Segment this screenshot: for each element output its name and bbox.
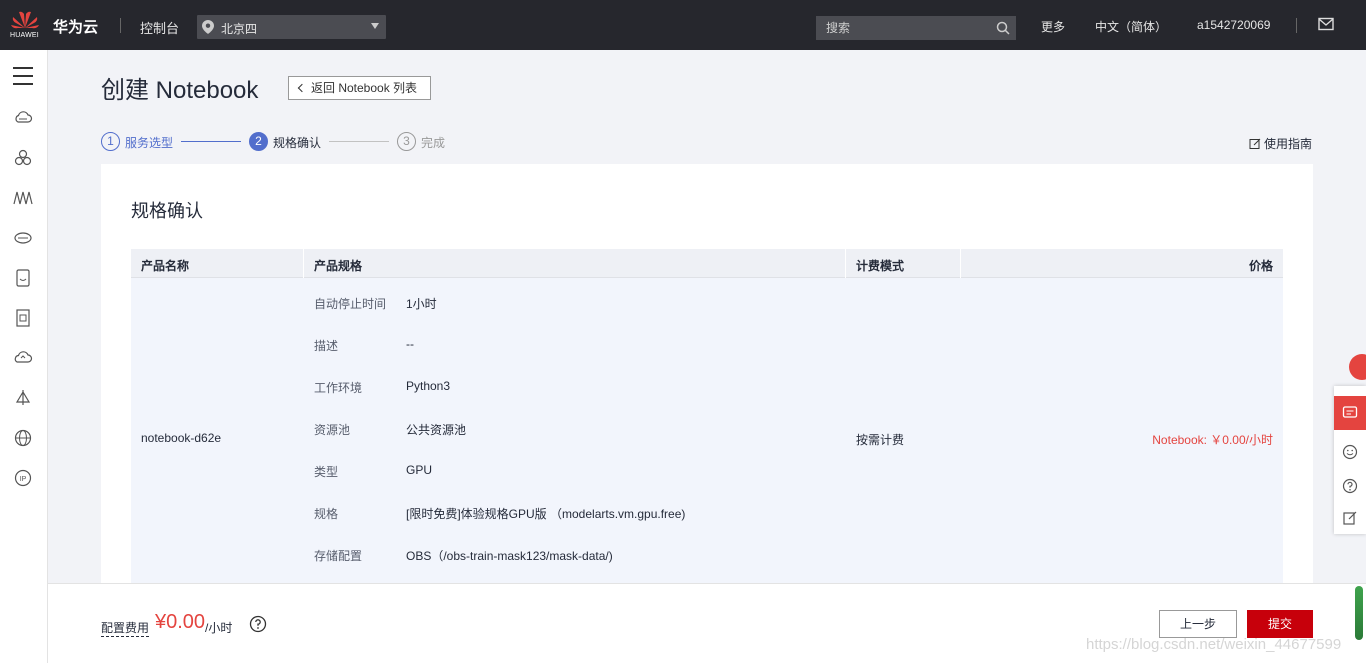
submit-button[interactable]: 提交 bbox=[1247, 610, 1313, 638]
spec-value: GPU bbox=[406, 463, 433, 477]
spec-label: 资源池 bbox=[314, 423, 351, 437]
chat-button[interactable] bbox=[1334, 396, 1366, 430]
deploy-icon[interactable] bbox=[12, 387, 34, 409]
column-header-product-name: 产品名称 bbox=[141, 259, 190, 273]
step-connector bbox=[329, 141, 389, 142]
spec-label: 自动停止时间 bbox=[314, 297, 387, 311]
logo-text: HUAWEI bbox=[10, 32, 39, 39]
spec-value: [限时免费]体验规格GPU版 （modelarts.vm.gpu.free) bbox=[406, 507, 686, 521]
spec-label: 工作环境 bbox=[314, 381, 363, 395]
left-sidebar: IP bbox=[0, 50, 48, 663]
step-1-number: 1 bbox=[101, 132, 120, 151]
step-2-number: 2 bbox=[249, 132, 268, 151]
billing-mode-cell: 按需计费 bbox=[856, 433, 905, 447]
brand-name[interactable]: 华为云 bbox=[53, 16, 98, 37]
step-connector bbox=[181, 141, 241, 142]
table-header: 产品名称 产品规格 计费模式 价格 bbox=[131, 249, 1283, 278]
chevron-left-icon bbox=[297, 83, 307, 93]
language-select[interactable]: 中文（简体） bbox=[1095, 18, 1167, 35]
step-2-label: 规格确认 bbox=[273, 136, 322, 150]
table-row: notebook-d62e 自动停止时间 1小时 描述 -- 工作环境 Pyth… bbox=[131, 278, 1283, 584]
menu-icon[interactable] bbox=[13, 67, 33, 91]
step-3-label: 完成 bbox=[421, 136, 446, 150]
user-guide-label: 使用指南 bbox=[1264, 137, 1313, 151]
step-1-label[interactable]: 服务选型 bbox=[125, 134, 173, 151]
divider bbox=[120, 18, 121, 33]
search-input[interactable] bbox=[816, 16, 992, 40]
region-select[interactable]: 北京四 bbox=[197, 15, 386, 39]
footer-bar: 配置费用 ¥0.00 /小时 https://blog.csdn.net/wei… bbox=[48, 583, 1366, 663]
more-link[interactable]: 更多 bbox=[1041, 18, 1065, 35]
cluster-icon[interactable] bbox=[12, 147, 34, 169]
config-fee-label[interactable]: 配置费用 bbox=[101, 619, 150, 637]
step-3-number: 3 bbox=[397, 132, 416, 151]
back-button-label: 返回 Notebook 列表 bbox=[311, 81, 418, 95]
edit-icon[interactable] bbox=[1342, 510, 1358, 526]
spec-value: 公共资源池 bbox=[406, 423, 467, 437]
previous-step-button[interactable]: 上一步 bbox=[1159, 610, 1237, 638]
help-icon[interactable] bbox=[1342, 478, 1358, 494]
watermark-text: https://blog.csdn.net/weixin_44677599 bbox=[1086, 636, 1342, 653]
help-icon[interactable] bbox=[249, 615, 267, 633]
storage-icon[interactable] bbox=[12, 227, 34, 249]
location-pin-icon bbox=[202, 20, 214, 34]
spec-confirm-card: 规格确认 产品名称 产品规格 计费模式 价格 notebook-d62e 自动停… bbox=[101, 164, 1313, 584]
region-value: 北京四 bbox=[221, 22, 258, 36]
chat-icon bbox=[1342, 406, 1358, 418]
config-fee-unit: /小时 bbox=[205, 621, 233, 635]
cloud-service-icon[interactable] bbox=[12, 347, 34, 369]
cloud-icon[interactable] bbox=[12, 107, 34, 129]
assistant-avatar-icon[interactable] bbox=[1349, 354, 1366, 380]
svg-text:IP: IP bbox=[20, 476, 27, 483]
search-box bbox=[816, 16, 1016, 40]
spec-value: -- bbox=[406, 337, 414, 351]
spec-label: 规格 bbox=[314, 507, 339, 521]
top-nav-bar: HUAWEI 华为云 控制台 北京四 更多 中文（简体） a1542720069 bbox=[0, 0, 1366, 50]
ip-icon[interactable]: IP bbox=[12, 467, 34, 489]
database-icon[interactable] bbox=[12, 267, 34, 289]
floating-toolbar bbox=[1334, 386, 1366, 534]
spec-label: 描述 bbox=[314, 339, 339, 353]
column-divider bbox=[845, 249, 846, 278]
server-icon[interactable] bbox=[12, 307, 34, 329]
spec-value: Python3 bbox=[406, 379, 451, 393]
feedback-smile-icon[interactable] bbox=[1342, 444, 1358, 460]
spec-label: 存储配置 bbox=[314, 549, 363, 563]
config-fee-value: ¥0.00 bbox=[155, 611, 206, 633]
spec-value: 1小时 bbox=[406, 297, 437, 311]
user-account[interactable]: a1542720069 bbox=[1197, 18, 1270, 32]
mail-icon[interactable] bbox=[1318, 17, 1334, 31]
page-title: 创建 Notebook bbox=[101, 77, 259, 104]
price-cell: Notebook: ￥0.00/小时 bbox=[1152, 433, 1273, 447]
column-header-billing-mode: 计费模式 bbox=[856, 259, 905, 273]
card-title: 规格确认 bbox=[131, 201, 203, 221]
scroll-indicator[interactable] bbox=[1355, 586, 1363, 640]
spec-label: 类型 bbox=[314, 465, 339, 479]
back-to-list-button[interactable]: 返回 Notebook 列表 bbox=[288, 76, 431, 100]
column-header-product-spec: 产品规格 bbox=[314, 259, 363, 273]
column-header-price: 价格 bbox=[1248, 259, 1273, 273]
edit-doc-icon bbox=[1249, 138, 1261, 149]
search-icon[interactable] bbox=[996, 21, 1010, 35]
column-divider bbox=[960, 249, 961, 278]
product-name-cell: notebook-d62e bbox=[141, 431, 222, 445]
user-guide-link[interactable]: 使用指南 bbox=[1249, 135, 1312, 152]
spec-value: OBS（/obs-train-mask123/mask-data/) bbox=[406, 549, 613, 563]
divider bbox=[1296, 18, 1297, 33]
ai-icon[interactable] bbox=[12, 187, 34, 209]
chevron-down-icon bbox=[371, 23, 379, 29]
column-divider bbox=[303, 249, 304, 278]
global-network-icon[interactable] bbox=[12, 427, 34, 449]
console-link[interactable]: 控制台 bbox=[140, 18, 179, 37]
